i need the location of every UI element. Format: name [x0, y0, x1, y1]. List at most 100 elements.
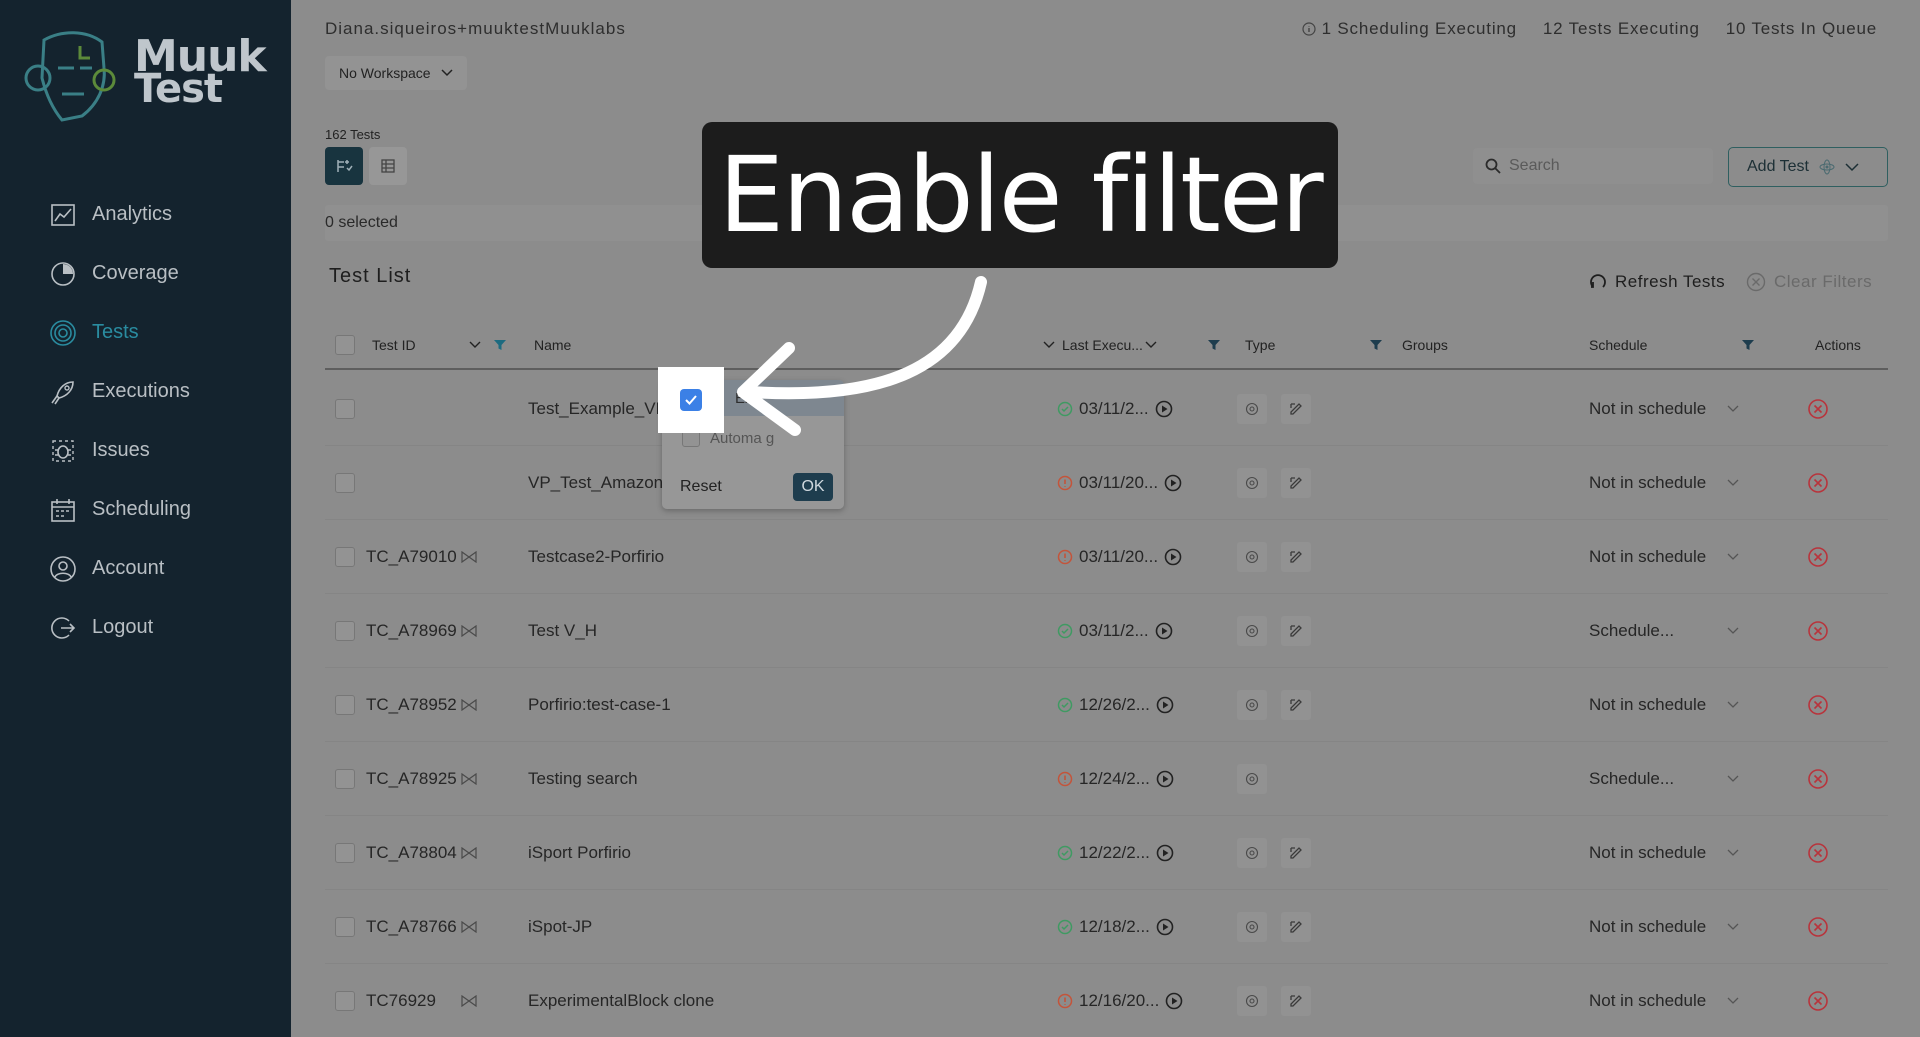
table-row[interactable]: TC_A78969 Test V_H 03/11/2... Schedule..…	[325, 594, 1888, 668]
link-icon-cell[interactable]	[461, 964, 477, 1037]
schedule-dropdown[interactable]: Not in schedule	[1589, 816, 1739, 890]
test-id[interactable]: TC76929	[366, 964, 436, 1037]
schedule-dropdown[interactable]: Not in schedule	[1589, 520, 1739, 594]
add-test-button[interactable]: Add Test	[1728, 147, 1888, 187]
play-icon[interactable]	[1156, 918, 1174, 936]
delete-test-button[interactable]	[1807, 372, 1829, 446]
sidebar-item-analytics[interactable]: Analytics	[0, 185, 291, 244]
sidebar-item-coverage[interactable]: Coverage	[0, 244, 291, 303]
row-checkbox[interactable]	[335, 769, 355, 789]
sort-name[interactable]	[1043, 322, 1055, 368]
sort-test-id[interactable]	[469, 322, 481, 368]
schedule-dropdown[interactable]: Not in schedule	[1589, 372, 1739, 446]
filter-ok-button[interactable]: OK	[793, 473, 833, 501]
play-icon[interactable]	[1164, 548, 1182, 566]
test-name[interactable]: iSport Porfirio	[528, 816, 631, 890]
row-checkbox[interactable]	[335, 621, 355, 641]
schedule-dropdown[interactable]: Not in schedule	[1589, 964, 1739, 1037]
play-icon[interactable]	[1164, 474, 1182, 492]
schedule-dropdown[interactable]: Not in schedule	[1589, 668, 1739, 742]
sidebar-item-issues[interactable]: Issues	[0, 421, 291, 480]
manual-type-badge[interactable]	[1281, 838, 1311, 868]
web-type-badge[interactable]	[1237, 764, 1267, 794]
link-icon-cell[interactable]	[461, 594, 477, 668]
test-name[interactable]: Test_Example_VP	[528, 372, 667, 446]
column-groups[interactable]: Groups	[1402, 322, 1448, 368]
sidebar-item-logout[interactable]: Logout	[0, 598, 291, 657]
delete-test-button[interactable]	[1807, 964, 1829, 1037]
test-id[interactable]: TC_A78969	[366, 594, 457, 668]
test-id[interactable]: TC_A78952	[366, 668, 457, 742]
test-name[interactable]: Porfirio:test-case-1	[528, 668, 671, 742]
table-row[interactable]: Test_Example_VP 03/11/2... Not in schedu…	[325, 372, 1888, 446]
manual-type-badge[interactable]	[1281, 616, 1311, 646]
table-row[interactable]: TC_A78925 Testing search 12/24/2... Sche…	[325, 742, 1888, 816]
test-id[interactable]: TC_A78804	[366, 816, 457, 890]
list-view-button[interactable]	[325, 147, 363, 185]
web-type-badge[interactable]	[1237, 616, 1267, 646]
link-icon-cell[interactable]	[461, 668, 477, 742]
web-type-badge[interactable]	[1237, 838, 1267, 868]
search-input[interactable]	[1509, 157, 1699, 175]
sidebar-item-account[interactable]: Account	[0, 539, 291, 598]
manual-type-badge[interactable]	[1281, 542, 1311, 572]
delete-test-button[interactable]	[1807, 816, 1829, 890]
table-row[interactable]: TC_A79010 Testcase2-Porfirio 03/11/20...…	[325, 520, 1888, 594]
sidebar-item-scheduling[interactable]: Scheduling	[0, 480, 291, 539]
select-all-checkbox[interactable]	[335, 335, 355, 355]
column-name[interactable]: Name	[534, 322, 571, 368]
column-type[interactable]: Type	[1245, 322, 1275, 368]
filter-test-id[interactable]	[493, 322, 507, 368]
schedule-dropdown[interactable]: Not in schedule	[1589, 446, 1739, 520]
web-type-badge[interactable]	[1237, 468, 1267, 498]
delete-test-button[interactable]	[1807, 890, 1829, 964]
schedule-dropdown[interactable]: Not in schedule	[1589, 890, 1739, 964]
manual-type-badge[interactable]	[1281, 394, 1311, 424]
test-id[interactable]: TC_A78925	[366, 742, 457, 816]
row-checkbox[interactable]	[335, 917, 355, 937]
table-row[interactable]: TC_A78952 Porfirio:test-case-1 12/26/2..…	[325, 668, 1888, 742]
schedule-dropdown[interactable]: Schedule...	[1589, 594, 1739, 668]
web-type-badge[interactable]	[1237, 912, 1267, 942]
play-icon[interactable]	[1165, 992, 1183, 1010]
play-icon[interactable]	[1156, 770, 1174, 788]
play-icon[interactable]	[1156, 696, 1174, 714]
scheduling-status[interactable]: 1 Scheduling Executing	[1302, 19, 1517, 39]
row-checkbox[interactable]	[335, 695, 355, 715]
refresh-tests-button[interactable]: Refresh Tests	[1589, 272, 1725, 292]
filter-last-execution[interactable]	[1207, 322, 1221, 368]
link-icon-cell[interactable]	[461, 742, 477, 816]
link-icon-cell[interactable]	[461, 520, 477, 594]
test-name[interactable]: Testing search	[528, 742, 638, 816]
workspace-dropdown[interactable]: No Workspace	[325, 56, 467, 90]
link-icon-cell[interactable]	[461, 890, 477, 964]
play-icon[interactable]	[1155, 622, 1173, 640]
web-type-badge[interactable]	[1237, 986, 1267, 1016]
delete-test-button[interactable]	[1807, 668, 1829, 742]
tests-queue-status[interactable]: 10 Tests In Queue	[1726, 19, 1877, 39]
clear-filters-button[interactable]: Clear Filters	[1746, 272, 1872, 292]
sidebar-item-tests[interactable]: Tests	[0, 303, 291, 362]
row-checkbox[interactable]	[335, 547, 355, 567]
delete-test-button[interactable]	[1807, 520, 1829, 594]
web-type-badge[interactable]	[1237, 690, 1267, 720]
manual-type-badge[interactable]	[1281, 986, 1311, 1016]
row-checkbox[interactable]	[335, 473, 355, 493]
row-checkbox[interactable]	[335, 991, 355, 1011]
row-checkbox[interactable]	[335, 399, 355, 419]
play-icon[interactable]	[1156, 844, 1174, 862]
column-schedule[interactable]: Schedule	[1589, 322, 1647, 368]
test-name[interactable]: Testcase2-Porfirio	[528, 520, 664, 594]
web-type-badge[interactable]	[1237, 542, 1267, 572]
test-name[interactable]: iSpot-JP	[528, 890, 592, 964]
filter-schedule[interactable]	[1741, 322, 1755, 368]
grid-view-button[interactable]	[369, 147, 407, 185]
filter-reset-button[interactable]: Reset	[680, 478, 722, 496]
test-name[interactable]: Test V_H	[528, 594, 597, 668]
manual-type-badge[interactable]	[1281, 468, 1311, 498]
link-icon-cell[interactable]	[461, 816, 477, 890]
manual-type-badge[interactable]	[1281, 912, 1311, 942]
play-icon[interactable]	[1155, 400, 1173, 418]
test-id[interactable]: TC_A79010	[366, 520, 457, 594]
filter-type[interactable]	[1369, 322, 1383, 368]
